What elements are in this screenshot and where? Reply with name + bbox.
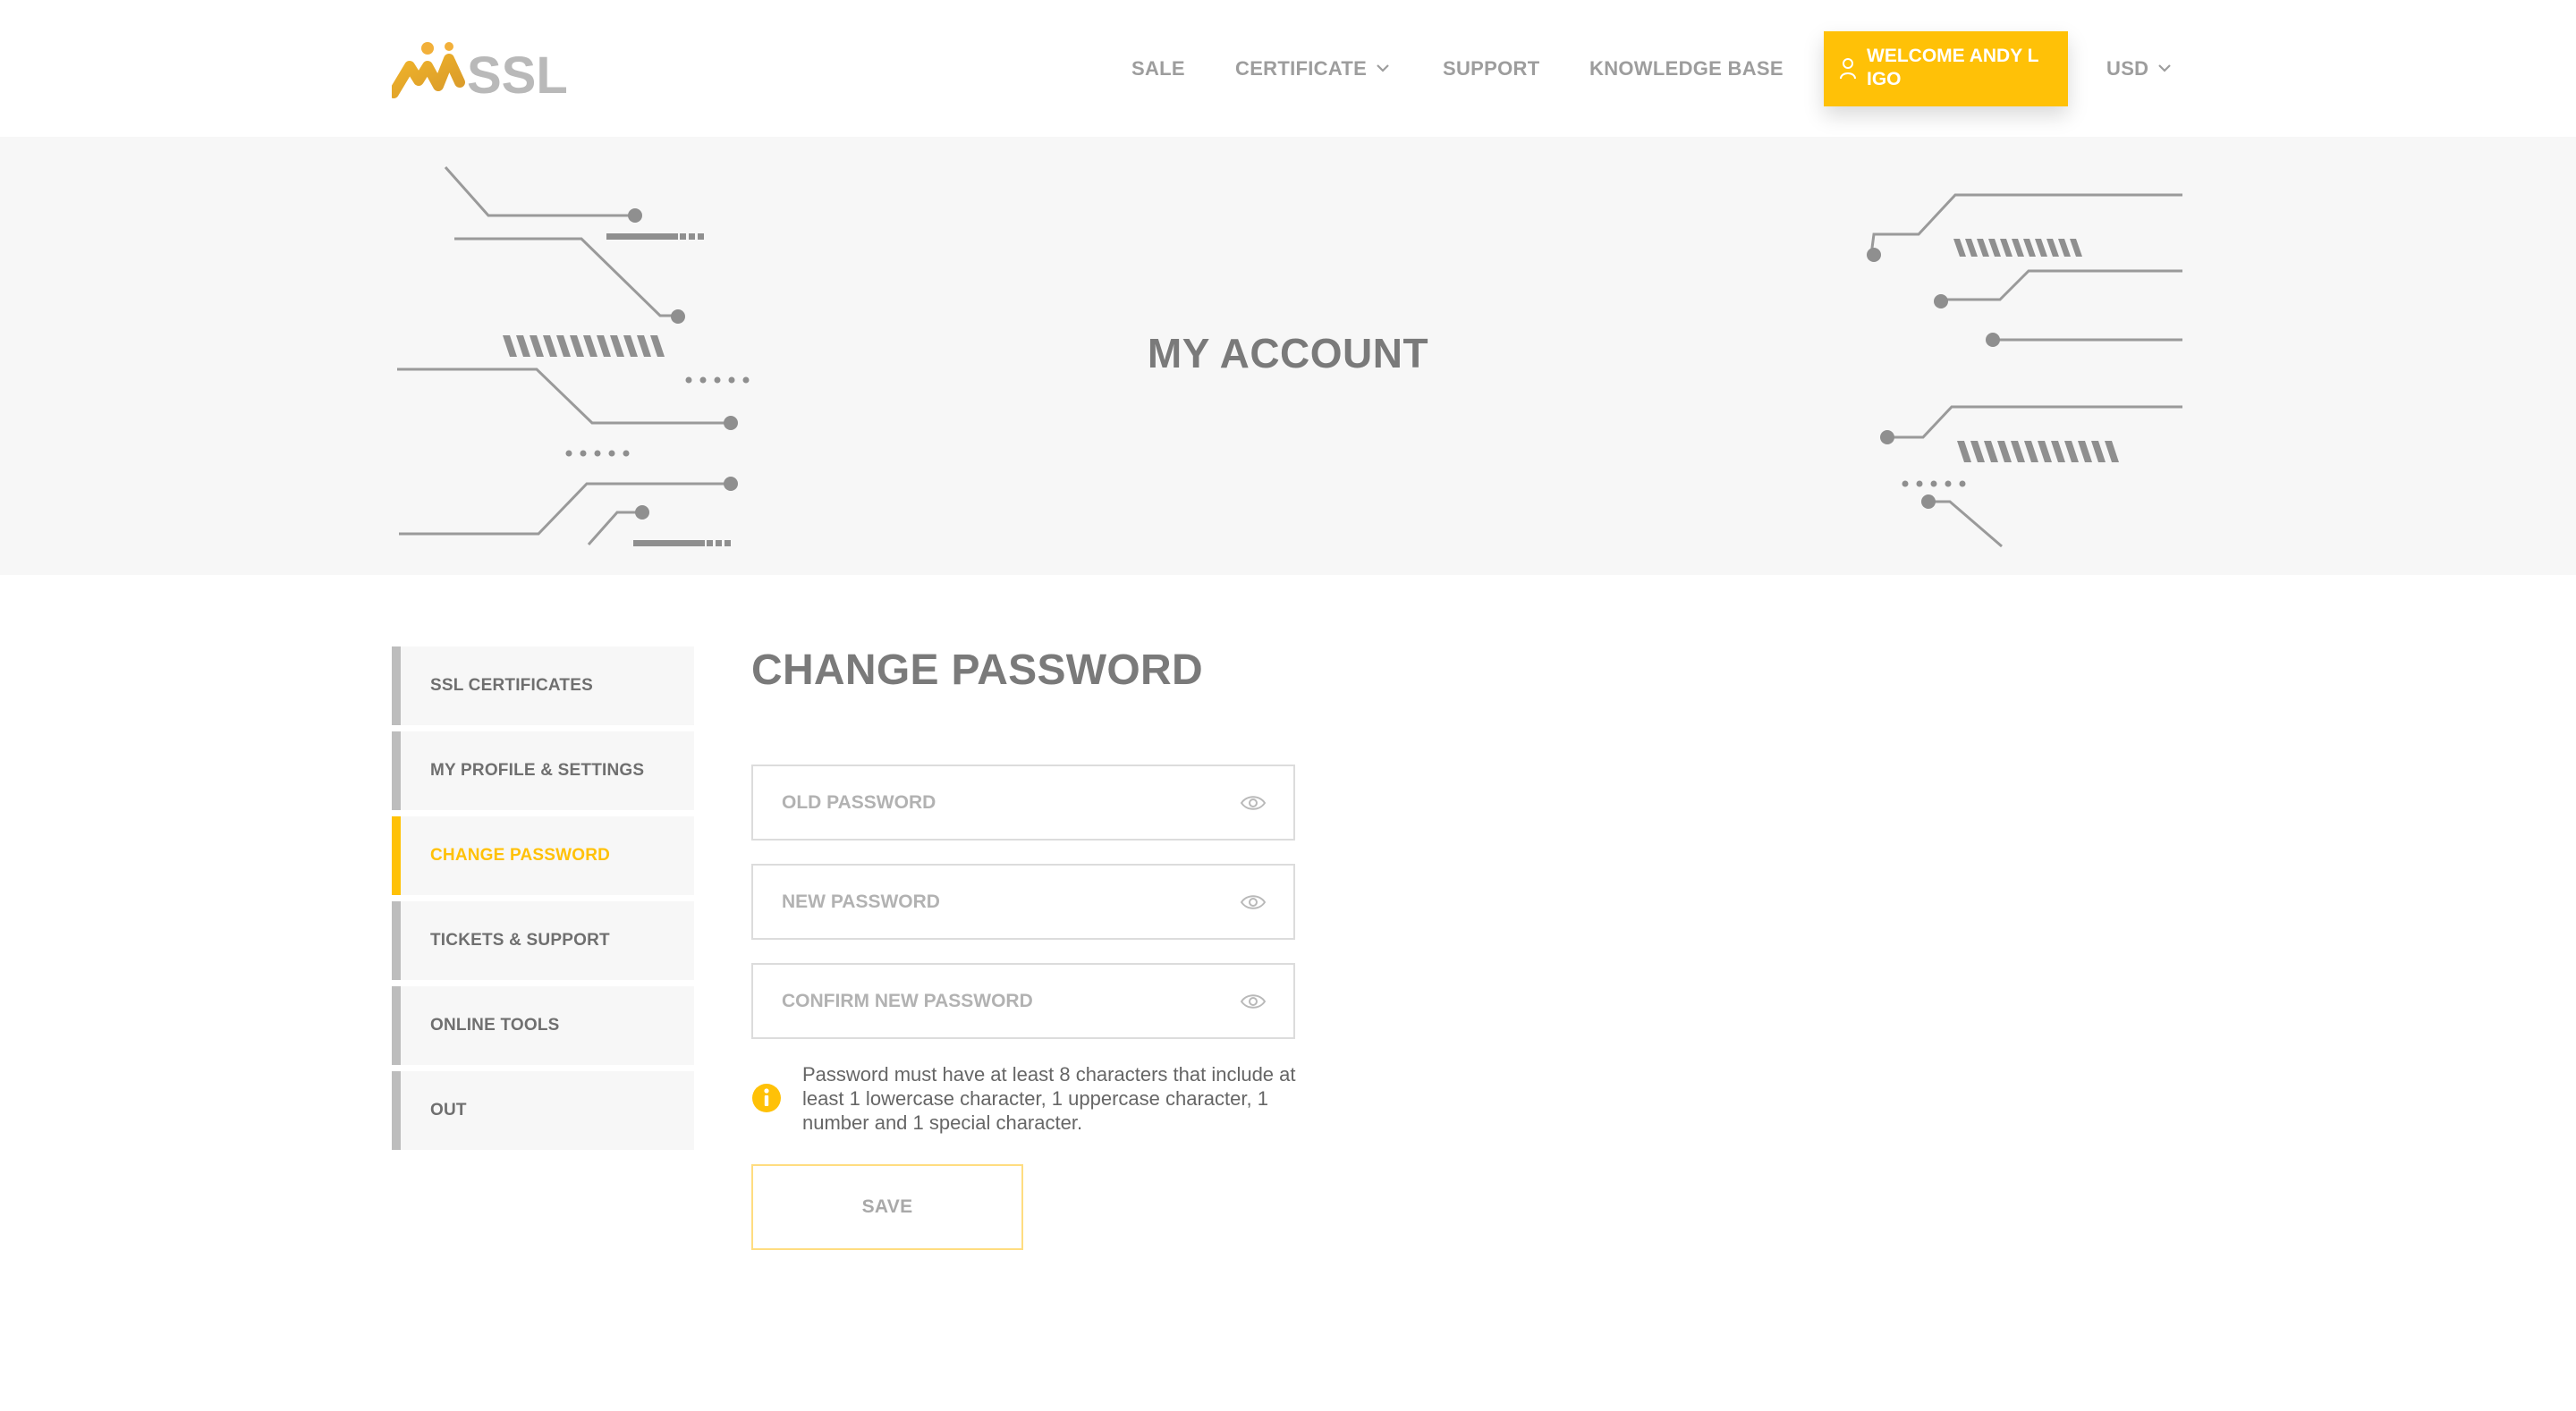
page-title: MY ACCOUNT: [1147, 330, 1429, 376]
welcome-account-button[interactable]: WELCOME ANDY L IGO: [1824, 31, 2068, 106]
sidebar-item-label: CHANGE PASSWORD: [430, 846, 611, 865]
old-password-field: [751, 765, 1295, 841]
nav-sale[interactable]: SALE: [1131, 54, 1185, 84]
eye-icon[interactable]: [1240, 992, 1267, 1011]
nav-certificate[interactable]: CERTIFICATE: [1235, 54, 1392, 84]
currency-label: USD: [2106, 57, 2149, 80]
section-title: CHANGE PASSWORD: [751, 646, 1203, 694]
nav-certificate-label: CERTIFICATE: [1235, 57, 1368, 80]
sidebar-item-tickets-support[interactable]: TICKETS & SUPPORT: [392, 901, 694, 980]
eye-icon[interactable]: [1240, 793, 1267, 813]
site-header: SSL SALE CERTIFICATE SUPPORT KNOWLEDGE B…: [0, 0, 2576, 137]
nav-support[interactable]: SUPPORT: [1443, 54, 1539, 84]
password-requirements: Password must have at least 8 characters…: [802, 1063, 1296, 1134]
logo[interactable]: SSL: [388, 36, 571, 105]
sidebar-item-label: SSL CERTIFICATES: [430, 676, 593, 695]
nav-knowledge-base[interactable]: KNOWLEDGE BASE: [1589, 54, 1784, 84]
chevron-down-icon: [2158, 64, 2172, 72]
sidebar-item-label: OUT: [430, 1101, 467, 1120]
welcome-label: WELCOME ANDY L IGO: [1867, 46, 2039, 89]
chevron-down-icon: [1377, 64, 1389, 72]
sidebar-item-change-password[interactable]: CHANGE PASSWORD: [392, 816, 694, 895]
sidebar-item-profile-settings[interactable]: MY PROFILE & SETTINGS: [392, 731, 694, 810]
old-password-input[interactable]: [753, 766, 1247, 839]
sidebar-item-label: TICKETS & SUPPORT: [430, 931, 610, 950]
user-icon: [1840, 58, 1856, 80]
sidebar-item-online-tools[interactable]: ONLINE TOOLS: [392, 986, 694, 1065]
sidebar-item-label: ONLINE TOOLS: [430, 1016, 560, 1035]
sidebar-item-ssl-certificates[interactable]: SSL CERTIFICATES: [392, 646, 694, 725]
new-password-input[interactable]: [753, 866, 1247, 938]
logo-mark: SSL: [388, 42, 568, 105]
new-password-field: [751, 864, 1295, 940]
save-button[interactable]: SAVE: [751, 1164, 1023, 1250]
sidebar-item-label: MY PROFILE & SETTINGS: [430, 761, 645, 780]
svg-text:SSL: SSL: [467, 46, 568, 100]
confirm-password-field: [751, 963, 1295, 1039]
currency-selector[interactable]: USD: [2106, 54, 2174, 84]
info-icon: [752, 1084, 781, 1112]
confirm-password-input[interactable]: [753, 965, 1247, 1037]
hero-banner: MY ACCOUNT: [0, 137, 2576, 575]
eye-icon[interactable]: [1240, 892, 1267, 912]
sidebar-item-out[interactable]: OUT: [392, 1071, 694, 1150]
